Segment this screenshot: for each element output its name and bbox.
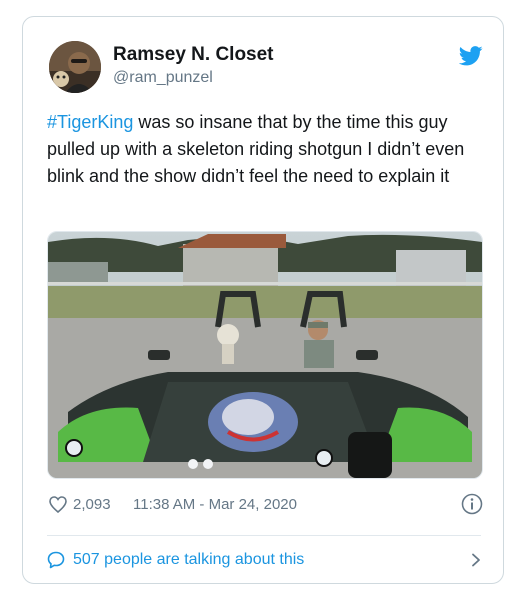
divider bbox=[47, 535, 481, 536]
chevron-right-icon[interactable] bbox=[471, 553, 481, 567]
avatar-image bbox=[49, 41, 101, 93]
chat-bubble-icon bbox=[47, 551, 65, 569]
twitter-bird-icon[interactable] bbox=[459, 46, 483, 66]
info-icon[interactable] bbox=[461, 493, 483, 515]
tweet-timestamp[interactable]: 11:38 AM - Mar 24, 2020 bbox=[133, 496, 297, 513]
heart-icon[interactable] bbox=[49, 496, 67, 513]
hashtag-link[interactable]: #TigerKing bbox=[47, 112, 133, 132]
photo-scene bbox=[48, 232, 482, 478]
avatar[interactable] bbox=[49, 41, 101, 93]
tweet-photo[interactable] bbox=[47, 231, 483, 479]
tweet-meta: 2,093 11:38 AM - Mar 24, 2020 bbox=[47, 493, 483, 519]
display-name[interactable]: Ramsey N. Closet bbox=[113, 44, 274, 66]
tweet-text: #TigerKing was so insane that by the tim… bbox=[47, 109, 487, 190]
like-count[interactable]: 2,093 bbox=[73, 496, 111, 513]
user-handle[interactable]: @ram_punzel bbox=[113, 69, 213, 87]
tweet-card: Ramsey N. Closet @ram_punzel #TigerKing … bbox=[22, 16, 504, 584]
conversation-count-text[interactable]: 507 people are talking about this bbox=[73, 551, 304, 569]
conversation-link[interactable]: 507 people are talking about this bbox=[47, 547, 483, 573]
